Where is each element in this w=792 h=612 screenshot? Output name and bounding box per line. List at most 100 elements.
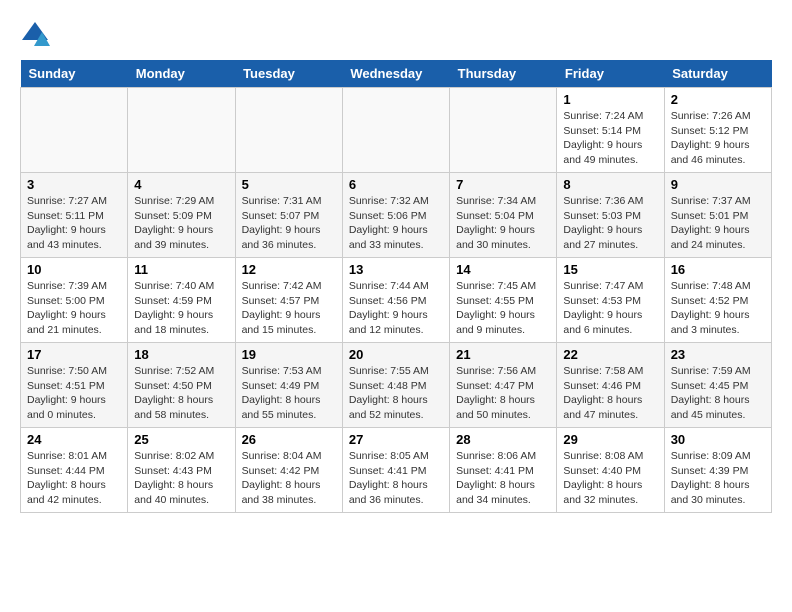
day-info: Sunrise: 7:52 AM Sunset: 4:50 PM Dayligh…	[134, 364, 228, 423]
day-cell: 5 Sunrise: 7:31 AM Sunset: 5:07 PM Daylig…	[235, 173, 342, 258]
day-cell	[21, 88, 128, 173]
day-number: 7	[456, 177, 550, 192]
day-cell: 1 Sunrise: 7:24 AM Sunset: 5:14 PM Daylig…	[557, 88, 664, 173]
header-day-tuesday: Tuesday	[235, 60, 342, 88]
day-number: 27	[349, 432, 443, 447]
day-info: Sunrise: 7:59 AM Sunset: 4:45 PM Dayligh…	[671, 364, 765, 423]
day-info: Sunrise: 7:44 AM Sunset: 4:56 PM Dayligh…	[349, 279, 443, 338]
day-number: 2	[671, 92, 765, 107]
day-info: Sunrise: 7:56 AM Sunset: 4:47 PM Dayligh…	[456, 364, 550, 423]
day-info: Sunrise: 7:24 AM Sunset: 5:14 PM Dayligh…	[563, 109, 657, 168]
day-cell: 7 Sunrise: 7:34 AM Sunset: 5:04 PM Daylig…	[450, 173, 557, 258]
day-cell: 3 Sunrise: 7:27 AM Sunset: 5:11 PM Daylig…	[21, 173, 128, 258]
day-number: 13	[349, 262, 443, 277]
day-number: 25	[134, 432, 228, 447]
day-cell: 19Sunrise: 7:53 AM Sunset: 4:49 PM Dayli…	[235, 343, 342, 428]
day-number: 28	[456, 432, 550, 447]
day-info: Sunrise: 8:04 AM Sunset: 4:42 PM Dayligh…	[242, 449, 336, 508]
header	[20, 20, 772, 50]
day-info: Sunrise: 7:55 AM Sunset: 4:48 PM Dayligh…	[349, 364, 443, 423]
day-info: Sunrise: 8:06 AM Sunset: 4:41 PM Dayligh…	[456, 449, 550, 508]
day-cell: 24 Sunrise: 8:01 AM Sunset: 4:44 PM Dayli…	[21, 428, 128, 513]
day-info: Sunrise: 7:37 AM Sunset: 5:01 PM Dayligh…	[671, 194, 765, 253]
day-info: Sunrise: 7:29 AM Sunset: 5:09 PM Dayligh…	[134, 194, 228, 253]
day-cell: 23 Sunrise: 7:59 AM Sunset: 4:45 PM Dayli…	[664, 343, 771, 428]
day-info: Sunrise: 7:40 AM Sunset: 4:59 PM Dayligh…	[134, 279, 228, 338]
day-cell: 10Sunrise: 7:39 AM Sunset: 5:00 PM Dayli…	[21, 258, 128, 343]
calendar-header: SundayMondayTuesdayWednesdayThursdayFrid…	[21, 60, 772, 88]
day-cell: 14 Sunrise: 7:45 AM Sunset: 4:55 PM Dayli…	[450, 258, 557, 343]
day-cell	[128, 88, 235, 173]
day-cell: 26 Sunrise: 8:04 AM Sunset: 4:42 PM Dayli…	[235, 428, 342, 513]
day-number: 30	[671, 432, 765, 447]
header-row: SundayMondayTuesdayWednesdayThursdayFrid…	[21, 60, 772, 88]
day-cell: 27 Sunrise: 8:05 AM Sunset: 4:41 PM Dayli…	[342, 428, 449, 513]
header-day-wednesday: Wednesday	[342, 60, 449, 88]
day-number: 26	[242, 432, 336, 447]
day-cell	[235, 88, 342, 173]
day-number: 4	[134, 177, 228, 192]
day-number: 19	[242, 347, 336, 362]
day-number: 9	[671, 177, 765, 192]
day-info: Sunrise: 7:58 AM Sunset: 4:46 PM Dayligh…	[563, 364, 657, 423]
day-info: Sunrise: 8:05 AM Sunset: 4:41 PM Dayligh…	[349, 449, 443, 508]
day-info: Sunrise: 8:09 AM Sunset: 4:39 PM Dayligh…	[671, 449, 765, 508]
day-cell: 6 Sunrise: 7:32 AM Sunset: 5:06 PM Daylig…	[342, 173, 449, 258]
calendar-body: 1 Sunrise: 7:24 AM Sunset: 5:14 PM Daylig…	[21, 88, 772, 513]
day-info: Sunrise: 7:27 AM Sunset: 5:11 PM Dayligh…	[27, 194, 121, 253]
day-cell: 8Sunrise: 7:36 AM Sunset: 5:03 PM Daylig…	[557, 173, 664, 258]
day-cell: 15 Sunrise: 7:47 AM Sunset: 4:53 PM Dayli…	[557, 258, 664, 343]
day-number: 23	[671, 347, 765, 362]
day-number: 17	[27, 347, 121, 362]
day-number: 24	[27, 432, 121, 447]
day-info: Sunrise: 7:45 AM Sunset: 4:55 PM Dayligh…	[456, 279, 550, 338]
header-day-sunday: Sunday	[21, 60, 128, 88]
day-info: Sunrise: 8:01 AM Sunset: 4:44 PM Dayligh…	[27, 449, 121, 508]
day-number: 1	[563, 92, 657, 107]
day-number: 8	[563, 177, 657, 192]
header-day-thursday: Thursday	[450, 60, 557, 88]
day-number: 22	[563, 347, 657, 362]
day-cell: 13 Sunrise: 7:44 AM Sunset: 4:56 PM Dayli…	[342, 258, 449, 343]
day-cell: 20 Sunrise: 7:55 AM Sunset: 4:48 PM Dayli…	[342, 343, 449, 428]
header-day-saturday: Saturday	[664, 60, 771, 88]
calendar-table: SundayMondayTuesdayWednesdayThursdayFrid…	[20, 60, 772, 513]
day-number: 29	[563, 432, 657, 447]
day-cell: 28 Sunrise: 8:06 AM Sunset: 4:41 PM Dayli…	[450, 428, 557, 513]
day-cell: 2 Sunrise: 7:26 AM Sunset: 5:12 PM Daylig…	[664, 88, 771, 173]
day-info: Sunrise: 7:32 AM Sunset: 5:06 PM Dayligh…	[349, 194, 443, 253]
day-number: 15	[563, 262, 657, 277]
day-cell: 16 Sunrise: 7:48 AM Sunset: 4:52 PM Dayli…	[664, 258, 771, 343]
day-info: Sunrise: 7:34 AM Sunset: 5:04 PM Dayligh…	[456, 194, 550, 253]
day-info: Sunrise: 7:48 AM Sunset: 4:52 PM Dayligh…	[671, 279, 765, 338]
logo	[20, 20, 54, 50]
day-number: 14	[456, 262, 550, 277]
day-number: 3	[27, 177, 121, 192]
day-info: Sunrise: 7:31 AM Sunset: 5:07 PM Dayligh…	[242, 194, 336, 253]
day-number: 20	[349, 347, 443, 362]
day-cell: 12 Sunrise: 7:42 AM Sunset: 4:57 PM Dayli…	[235, 258, 342, 343]
day-info: Sunrise: 8:08 AM Sunset: 4:40 PM Dayligh…	[563, 449, 657, 508]
day-number: 11	[134, 262, 228, 277]
week-row-2: 3 Sunrise: 7:27 AM Sunset: 5:11 PM Daylig…	[21, 173, 772, 258]
day-number: 12	[242, 262, 336, 277]
day-cell: 11 Sunrise: 7:40 AM Sunset: 4:59 PM Dayli…	[128, 258, 235, 343]
day-info: Sunrise: 7:42 AM Sunset: 4:57 PM Dayligh…	[242, 279, 336, 338]
day-info: Sunrise: 7:26 AM Sunset: 5:12 PM Dayligh…	[671, 109, 765, 168]
header-day-monday: Monday	[128, 60, 235, 88]
logo-icon	[20, 20, 50, 50]
week-row-1: 1 Sunrise: 7:24 AM Sunset: 5:14 PM Daylig…	[21, 88, 772, 173]
day-info: Sunrise: 7:39 AM Sunset: 5:00 PM Dayligh…	[27, 279, 121, 338]
day-info: Sunrise: 7:47 AM Sunset: 4:53 PM Dayligh…	[563, 279, 657, 338]
day-info: Sunrise: 8:02 AM Sunset: 4:43 PM Dayligh…	[134, 449, 228, 508]
week-row-3: 10Sunrise: 7:39 AM Sunset: 5:00 PM Dayli…	[21, 258, 772, 343]
day-cell: 17Sunrise: 7:50 AM Sunset: 4:51 PM Dayli…	[21, 343, 128, 428]
day-number: 5	[242, 177, 336, 192]
day-number: 16	[671, 262, 765, 277]
day-cell: 21Sunrise: 7:56 AM Sunset: 4:47 PM Dayli…	[450, 343, 557, 428]
day-cell: 25 Sunrise: 8:02 AM Sunset: 4:43 PM Dayli…	[128, 428, 235, 513]
day-number: 6	[349, 177, 443, 192]
day-cell: 30 Sunrise: 8:09 AM Sunset: 4:39 PM Dayli…	[664, 428, 771, 513]
day-cell	[450, 88, 557, 173]
day-cell: 18Sunrise: 7:52 AM Sunset: 4:50 PM Dayli…	[128, 343, 235, 428]
